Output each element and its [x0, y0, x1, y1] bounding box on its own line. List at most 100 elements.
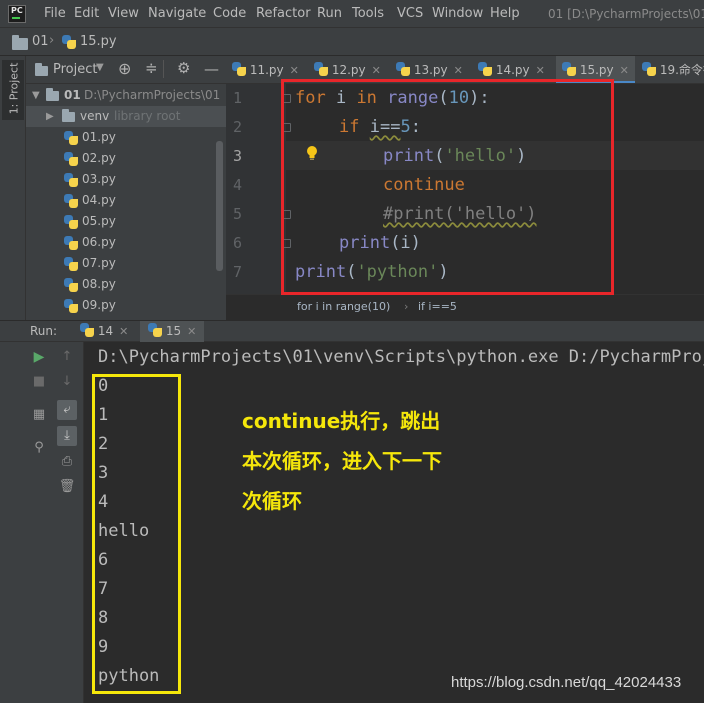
python-file-icon: [232, 62, 246, 76]
pin-icon[interactable]: ⚲: [29, 438, 49, 458]
breadcrumb-for-loop[interactable]: for i in range(10): [297, 295, 390, 319]
tool-window-strip: 1: Project: [0, 56, 26, 320]
close-icon[interactable]: ✕: [290, 64, 299, 77]
close-icon[interactable]: ✕: [187, 325, 196, 338]
menu-code[interactable]: Code: [213, 0, 246, 28]
tab-label: 12.py: [331, 63, 366, 77]
run-window-header: Run: 14 ✕ 15 ✕: [0, 320, 704, 342]
expanded-arrow-icon: ▼: [32, 90, 40, 101]
line-number: 4: [232, 176, 242, 194]
python-file-icon: [478, 62, 492, 76]
menu-tools[interactable]: Tools: [352, 0, 384, 28]
minimize-icon[interactable]: —: [204, 60, 219, 78]
scroll-to-end-icon[interactable]: ⤓: [57, 426, 77, 446]
folder-icon: [12, 35, 28, 50]
breadcrumb-project[interactable]: 01: [32, 34, 49, 49]
menu-bar: PC File Edit View Navigate Code Refactor…: [0, 0, 704, 28]
locate-target-icon[interactable]: ⊕: [118, 59, 131, 78]
close-icon[interactable]: ✕: [454, 64, 463, 77]
scroll-down-icon[interactable]: ↓: [57, 372, 77, 392]
breadcrumb-file[interactable]: 15.py: [80, 34, 117, 49]
close-icon[interactable]: ✕: [536, 64, 545, 77]
toolbar-divider: [163, 60, 164, 78]
tree-item-file[interactable]: 07.py: [26, 253, 226, 274]
tree-item-file[interactable]: 02.py: [26, 148, 226, 169]
python-file-icon: [64, 236, 78, 250]
project-view-icon: [35, 63, 48, 76]
python-file-icon: [64, 278, 78, 292]
tree-item-file[interactable]: 03.py: [26, 169, 226, 190]
python-file-icon: [642, 62, 656, 76]
tree-item-file[interactable]: 05.py: [26, 211, 226, 232]
tree-item-label: venv: [80, 109, 110, 123]
collapsed-arrow-icon: ▶: [46, 111, 54, 122]
python-file-icon: [562, 62, 576, 76]
tree-item-file[interactable]: 08.py: [26, 274, 226, 295]
menu-help[interactable]: Help: [490, 0, 520, 28]
python-file-icon: [64, 257, 78, 271]
run-tab-label: 14: [97, 324, 114, 338]
tree-item-label: 08.py: [82, 277, 116, 291]
console-command: D:\PycharmProjects\01\venv\Scripts\pytho…: [98, 347, 704, 367]
tab-label: 13.py: [413, 63, 448, 77]
tab-19[interactable]: 19.命令行: [642, 56, 704, 83]
layout-icon[interactable]: ▦: [29, 405, 49, 425]
project-tool-tab[interactable]: 1: Project: [2, 60, 24, 120]
tab-label: 14.py: [495, 63, 530, 77]
print-icon[interactable]: ⎙: [57, 452, 77, 472]
tree-item-project-root[interactable]: ▼ 01 D:\PycharmProjects\01: [26, 85, 226, 106]
project-panel: Project ▼ ⊕ ≑ ⚙ — ▼ 01 D:\PycharmProject…: [26, 56, 226, 320]
tree-item-label: 02.py: [82, 151, 116, 165]
tree-item-file[interactable]: 04.py: [26, 190, 226, 211]
python-file-icon: [62, 35, 76, 49]
tree-item-venv[interactable]: ▶ venv library root: [26, 106, 226, 127]
tree-item-file[interactable]: 06.py: [26, 232, 226, 253]
stop-icon[interactable]: ■: [29, 372, 49, 392]
rerun-icon[interactable]: ▶: [29, 347, 49, 367]
tree-item-label: 01.py: [82, 130, 116, 144]
close-icon[interactable]: ✕: [620, 64, 629, 77]
menu-file[interactable]: File: [44, 0, 66, 28]
project-scrollbar[interactable]: [216, 141, 223, 271]
project-tool-tab-label: 1: Project: [7, 62, 21, 115]
menu-view[interactable]: View: [108, 0, 139, 28]
python-file-icon: [64, 173, 78, 187]
menu-run[interactable]: Run: [317, 0, 342, 28]
scroll-up-icon[interactable]: ↑: [57, 347, 77, 367]
close-icon[interactable]: ✕: [119, 325, 128, 338]
chevron-down-icon[interactable]: ▼: [96, 62, 104, 73]
python-file-icon: [314, 62, 328, 76]
tree-item-file[interactable]: 01.py: [26, 127, 226, 148]
tree-item-path: D:\PycharmProjects\01: [84, 88, 221, 102]
line-number: 1: [232, 89, 242, 107]
run-label: Run:: [30, 324, 58, 338]
annotation-line: 次循环: [242, 489, 302, 513]
gear-icon[interactable]: ⚙: [177, 59, 190, 77]
soft-wrap-icon[interactable]: ⤶: [57, 400, 77, 420]
python-file-icon: [64, 215, 78, 229]
project-panel-header: Project ▼ ⊕ ≑ ⚙ —: [26, 56, 226, 84]
window-title: 01 [D:\PycharmProjects\01]: [548, 7, 704, 21]
tree-item-file[interactable]: 09.py: [26, 295, 226, 316]
run-tab-14[interactable]: 14 ✕: [72, 321, 136, 342]
menu-vcs[interactable]: VCS: [397, 0, 423, 28]
menu-window[interactable]: Window: [432, 0, 483, 28]
python-file-icon: [64, 152, 78, 166]
watermark: https://blog.csdn.net/qq_42024433: [451, 674, 682, 691]
breadcrumb-if-statement[interactable]: if i==5: [418, 295, 457, 319]
tree-item-label: 05.py: [82, 214, 116, 228]
trash-icon[interactable]: 🗑: [57, 477, 77, 497]
folder-icon: [46, 88, 59, 101]
run-tab-15[interactable]: 15 ✕: [140, 321, 205, 342]
navigation-bar: 01 › 15.py: [0, 28, 704, 56]
menu-refactor[interactable]: Refactor: [256, 0, 311, 28]
close-icon[interactable]: ✕: [372, 64, 381, 77]
menu-edit[interactable]: Edit: [74, 0, 99, 28]
tree-item-label: 09.py: [82, 298, 116, 312]
editor-breadcrumbs: for i in range(10) › if i==5: [226, 294, 704, 320]
python-file-icon: [148, 323, 162, 337]
project-view-selector[interactable]: Project: [53, 62, 97, 77]
tree-item-hint: library root: [114, 109, 181, 123]
menu-navigate[interactable]: Navigate: [148, 0, 206, 28]
collapse-all-icon[interactable]: ≑: [145, 59, 158, 77]
